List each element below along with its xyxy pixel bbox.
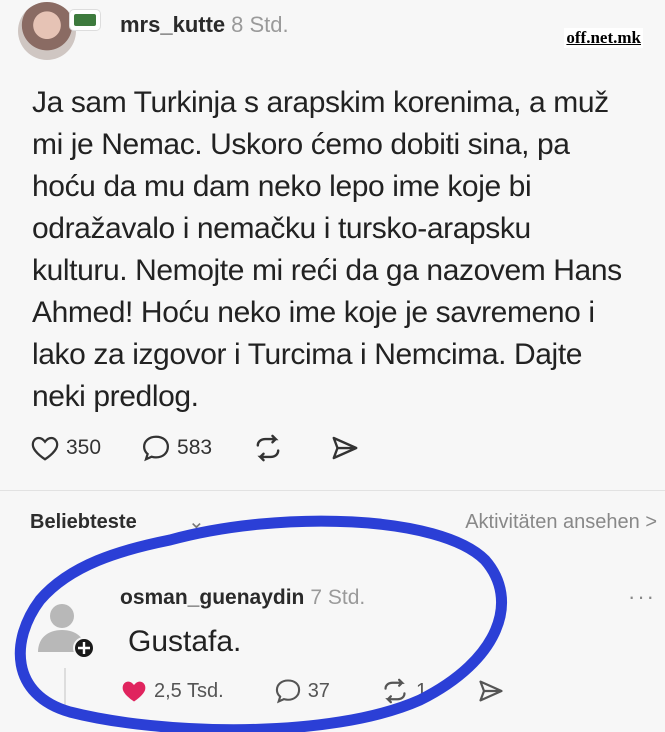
comment-icon <box>275 679 300 704</box>
reply-comment-count: 37 <box>307 679 330 702</box>
comment-count: 583 <box>177 436 213 459</box>
reply-text: Gustafa. <box>128 625 242 658</box>
watermark: off.net.mk <box>564 28 643 48</box>
more-options-icon[interactable]: ··· <box>628 584 656 610</box>
repost-button[interactable] <box>252 434 290 462</box>
post-actions: 350 583 <box>30 430 406 466</box>
flag-icon <box>70 10 100 30</box>
reply-avatar[interactable] <box>32 596 96 660</box>
send-icon <box>479 680 503 702</box>
reply-share-button[interactable] <box>477 678 511 704</box>
send-icon <box>332 436 358 460</box>
like-count: 350 <box>66 436 102 459</box>
author-avatar[interactable] <box>18 2 76 60</box>
chevron-down-icon[interactable]: ⌄ <box>188 509 205 534</box>
heart-icon <box>31 436 59 461</box>
reply-repost-button[interactable]: 1 <box>380 678 427 704</box>
reply-author[interactable]: osman_guenaydin 7 Std. <box>120 586 365 610</box>
repost-icon <box>256 434 280 462</box>
comment-button[interactable]: 583 <box>141 434 212 462</box>
reply-like-button[interactable]: 2,5 Tsd. <box>120 678 224 704</box>
post-username[interactable]: mrs_kutte <box>120 12 225 37</box>
comment-icon <box>143 435 170 462</box>
reply-username[interactable]: osman_guenaydin <box>120 586 304 609</box>
post-author[interactable]: mrs_kutte 8 Std. <box>120 12 289 38</box>
like-button[interactable]: 350 <box>30 434 101 462</box>
heart-filled-icon <box>122 681 146 702</box>
sort-dropdown[interactable]: Beliebteste <box>30 511 137 534</box>
share-button[interactable] <box>330 434 366 462</box>
post-time: 8 Std. <box>231 12 289 37</box>
reply-comment-button[interactable]: 37 <box>274 678 330 704</box>
reply-time: 7 Std. <box>310 586 366 609</box>
reply-repost-count: 1 <box>415 679 428 702</box>
reply-like-count: 2,5 Tsd. <box>154 679 224 702</box>
repost-icon <box>384 678 406 704</box>
post-text: Ja sam Turkinja s arapskim korenima, a m… <box>32 86 622 413</box>
divider <box>0 490 665 491</box>
activity-link[interactable]: Aktivitäten ansehen > <box>465 511 657 534</box>
reply-actions: 2,5 Tsd. 37 1 <box>120 678 561 704</box>
thread-line <box>64 668 66 708</box>
